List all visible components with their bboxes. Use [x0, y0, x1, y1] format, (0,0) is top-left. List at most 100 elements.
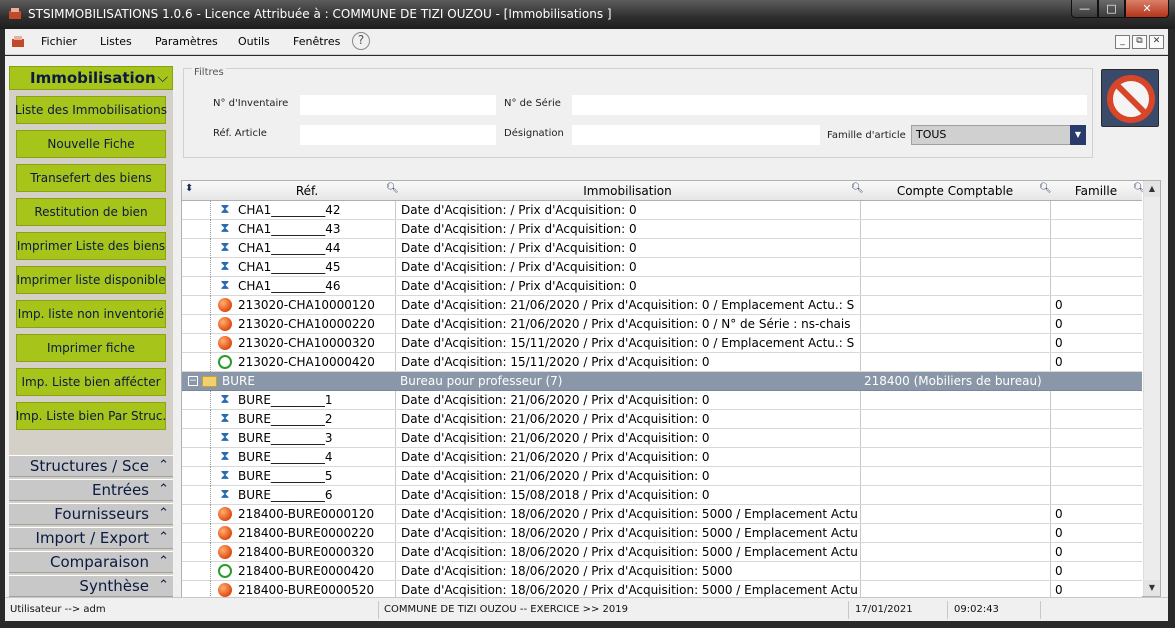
imprimer-liste-biens-button[interactable]: Imprimer Liste des biens	[16, 232, 166, 260]
table-row[interactable]: ⧗ CHA1_________46 Date d'Acqisition: / Pri…	[182, 277, 1142, 296]
imp-liste-non-inventorie-button[interactable]: Imp. liste non inventorié	[16, 300, 166, 328]
cell-ref: CHA1_________43	[238, 222, 341, 236]
imp-liste-bien-affecter-button[interactable]: Imp. Liste bien affécter	[16, 368, 166, 396]
status-orange-icon	[218, 317, 232, 331]
app-menu-icon[interactable]	[11, 35, 25, 48]
restitution-bien-button[interactable]: Restitution de bien	[16, 198, 166, 226]
mdi-close-button[interactable]: ✕	[1149, 35, 1164, 49]
close-button[interactable]: ✕	[1125, 0, 1169, 18]
imp-liste-bien-par-struc-button[interactable]: Imp. Liste bien Par Struc.	[16, 402, 166, 430]
section-synthese[interactable]: Synthèse ⌃	[9, 575, 173, 597]
mdi-restore-button[interactable]: ⧉	[1132, 35, 1147, 49]
chevron-up-icon: ⌃	[158, 506, 169, 521]
column-famille[interactable]: Famille	[1050, 181, 1142, 201]
cell-compte	[860, 334, 1050, 352]
famille-select[interactable]: TOUS ▼	[911, 125, 1086, 145]
designation-input[interactable]	[572, 125, 820, 145]
help-icon[interactable]: ?	[352, 32, 370, 50]
cell-immobilisation: Date d'Acqisition: 18/06/2020 / Prix d'A…	[395, 543, 860, 561]
tree-line	[210, 505, 211, 524]
cell-compte	[860, 353, 1050, 371]
cell-immobilisation: Date d'Acqisition: / Prix d'Acquisition:…	[395, 258, 860, 276]
liste-immobilisations-button[interactable]: Liste des Immobilisations	[15, 96, 167, 124]
table-row[interactable]: 218400-BURE0000420 Date d'Acqisition: 18/…	[182, 562, 1142, 581]
cell-famille	[1050, 448, 1142, 466]
tree-line	[210, 277, 211, 296]
section-fournisseurs[interactable]: Fournisseurs ⌃	[9, 503, 173, 525]
section-label: Comparaison	[49, 553, 149, 571]
cell-ref: 218400-BURE0000120	[238, 507, 375, 521]
cell-immobilisation: Date d'Acqisition: 21/06/2020 / Prix d'A…	[395, 296, 860, 314]
cell-ref: 213020-CHA10000220	[238, 317, 375, 331]
section-comparaison[interactable]: Comparaison ⌃	[9, 551, 173, 573]
menu-parametres[interactable]: Paramètres	[155, 35, 218, 48]
table-row[interactable]: ⧗ BURE_________3 Date d'Acqisition: 21/06/…	[182, 429, 1142, 448]
column-ref[interactable]: Réf.	[222, 181, 392, 201]
imprimer-fiche-button[interactable]: Imprimer fiche	[16, 334, 166, 362]
hourglass-icon: ⧗	[220, 430, 230, 445]
transfert-biens-button[interactable]: Transefert des biens	[16, 164, 166, 192]
cell-compte	[860, 467, 1050, 485]
cell-ref: 213020-CHA10000120	[238, 298, 375, 312]
cell-famille	[1050, 220, 1142, 238]
serie-input[interactable]	[572, 95, 1087, 115]
chevron-up-icon: ⌃	[158, 554, 169, 569]
prohibited-icon	[1107, 75, 1155, 123]
inventaire-input[interactable]	[300, 95, 496, 115]
ref-article-input[interactable]	[300, 125, 496, 145]
section-entrees[interactable]: Entrées ⌃	[9, 479, 173, 501]
cell-compte	[860, 429, 1050, 447]
group-row[interactable]: − BURE Bureau pour professeur (7) 218400 (M…	[182, 372, 1142, 391]
hourglass-icon: ⧗	[220, 392, 230, 407]
table-row[interactable]: 213020-CHA10000320 Date d'Acqisition: 15/…	[182, 334, 1142, 353]
minimize-button[interactable]: —	[1071, 0, 1098, 18]
maximize-button[interactable]: □	[1098, 0, 1125, 18]
table-row[interactable]: 218400-BURE0000520 Date d'Acqisition: 18/…	[182, 581, 1142, 597]
table-row[interactable]: 213020-CHA10000220 Date d'Acqisition: 21/…	[182, 315, 1142, 334]
menu-outils[interactable]: Outils	[238, 35, 270, 48]
table-row[interactable]: ⧗ BURE_________1 Date d'Acqisition: 21/06/…	[182, 391, 1142, 410]
table-row[interactable]: ⧗ BURE_________4 Date d'Acqisition: 21/06/…	[182, 448, 1142, 467]
collapse-toggle-icon[interactable]: −	[188, 376, 198, 386]
table-row[interactable]: 213020-CHA10000120 Date d'Acqisition: 21/…	[182, 296, 1142, 315]
imprimer-liste-disponible-button[interactable]: Imprimer liste disponible	[16, 266, 166, 294]
sort-icon[interactable]: ⬍	[185, 183, 193, 194]
table-row[interactable]: 218400-BURE0000320 Date d'Acqisition: 18/…	[182, 543, 1142, 562]
table-row[interactable]: ⧗ BURE_________6 Date d'Acqisition: 15/08/…	[182, 486, 1142, 505]
table-row[interactable]: ⧗ CHA1_________44 Date d'Acqisition: / Pri…	[182, 239, 1142, 258]
column-immobilisation[interactable]: Immobilisation	[395, 181, 860, 201]
scroll-up-arrow-icon[interactable]: ▲	[1144, 181, 1160, 197]
menu-fichier[interactable]: Fichier	[41, 35, 77, 48]
table-row[interactable]: ⧗ CHA1_________43 Date d'Acqisition: / Pri…	[182, 220, 1142, 239]
scroll-down-arrow-icon[interactable]: ▼	[1144, 580, 1160, 596]
status-orange-icon	[218, 336, 232, 350]
dropdown-arrow-icon[interactable]: ▼	[1070, 125, 1086, 145]
section-import-export[interactable]: Import / Export ⌃	[9, 527, 173, 549]
tree-line	[210, 334, 211, 353]
tree-line	[210, 486, 211, 505]
table-row[interactable]: ⧗ BURE_________5 Date d'Acqisition: 21/06/…	[182, 467, 1142, 486]
section-structures[interactable]: Structures / Sce ⌃	[9, 455, 173, 477]
table-row[interactable]: 218400-BURE0000120 Date d'Acqisition: 18/…	[182, 505, 1142, 524]
filters-legend: Filtres	[192, 67, 226, 78]
menu-fenetres[interactable]: Fenêtres	[293, 35, 340, 48]
clear-filters-button[interactable]	[1101, 69, 1159, 127]
sidebar: Immobilisation ⌵ Liste des Immobilisatio…	[9, 66, 173, 597]
table-row[interactable]: ⧗ CHA1_________42 Date d'Acqisition: / Pri…	[182, 201, 1142, 220]
table-row[interactable]: 218400-BURE0000220 Date d'Acqisition: 18/…	[182, 524, 1142, 543]
menu-listes[interactable]: Listes	[100, 35, 132, 48]
vertical-scrollbar[interactable]: ▲ ▼	[1143, 181, 1160, 596]
cell-compte	[860, 543, 1050, 561]
table-row[interactable]: 213020-CHA10000420 Date d'Acqisition: 15/…	[182, 353, 1142, 372]
mdi-minimize-button[interactable]: _	[1115, 35, 1130, 49]
tree-line	[210, 543, 211, 562]
nouvelle-fiche-button[interactable]: Nouvelle Fiche	[16, 130, 166, 158]
cell-ref: BURE_________2	[238, 412, 333, 426]
table-row[interactable]: ⧗ BURE_________2 Date d'Acqisition: 21/06/…	[182, 410, 1142, 429]
tree-line	[210, 239, 211, 258]
ref-article-label: Réf. Article	[213, 128, 267, 139]
sidebar-header-immobilisation[interactable]: Immobilisation ⌵	[9, 66, 173, 90]
column-compte[interactable]: Compte Comptable	[860, 181, 1050, 201]
cell-ref: CHA1_________44	[238, 241, 341, 255]
table-row[interactable]: ⧗ CHA1_________45 Date d'Acqisition: / Pri…	[182, 258, 1142, 277]
